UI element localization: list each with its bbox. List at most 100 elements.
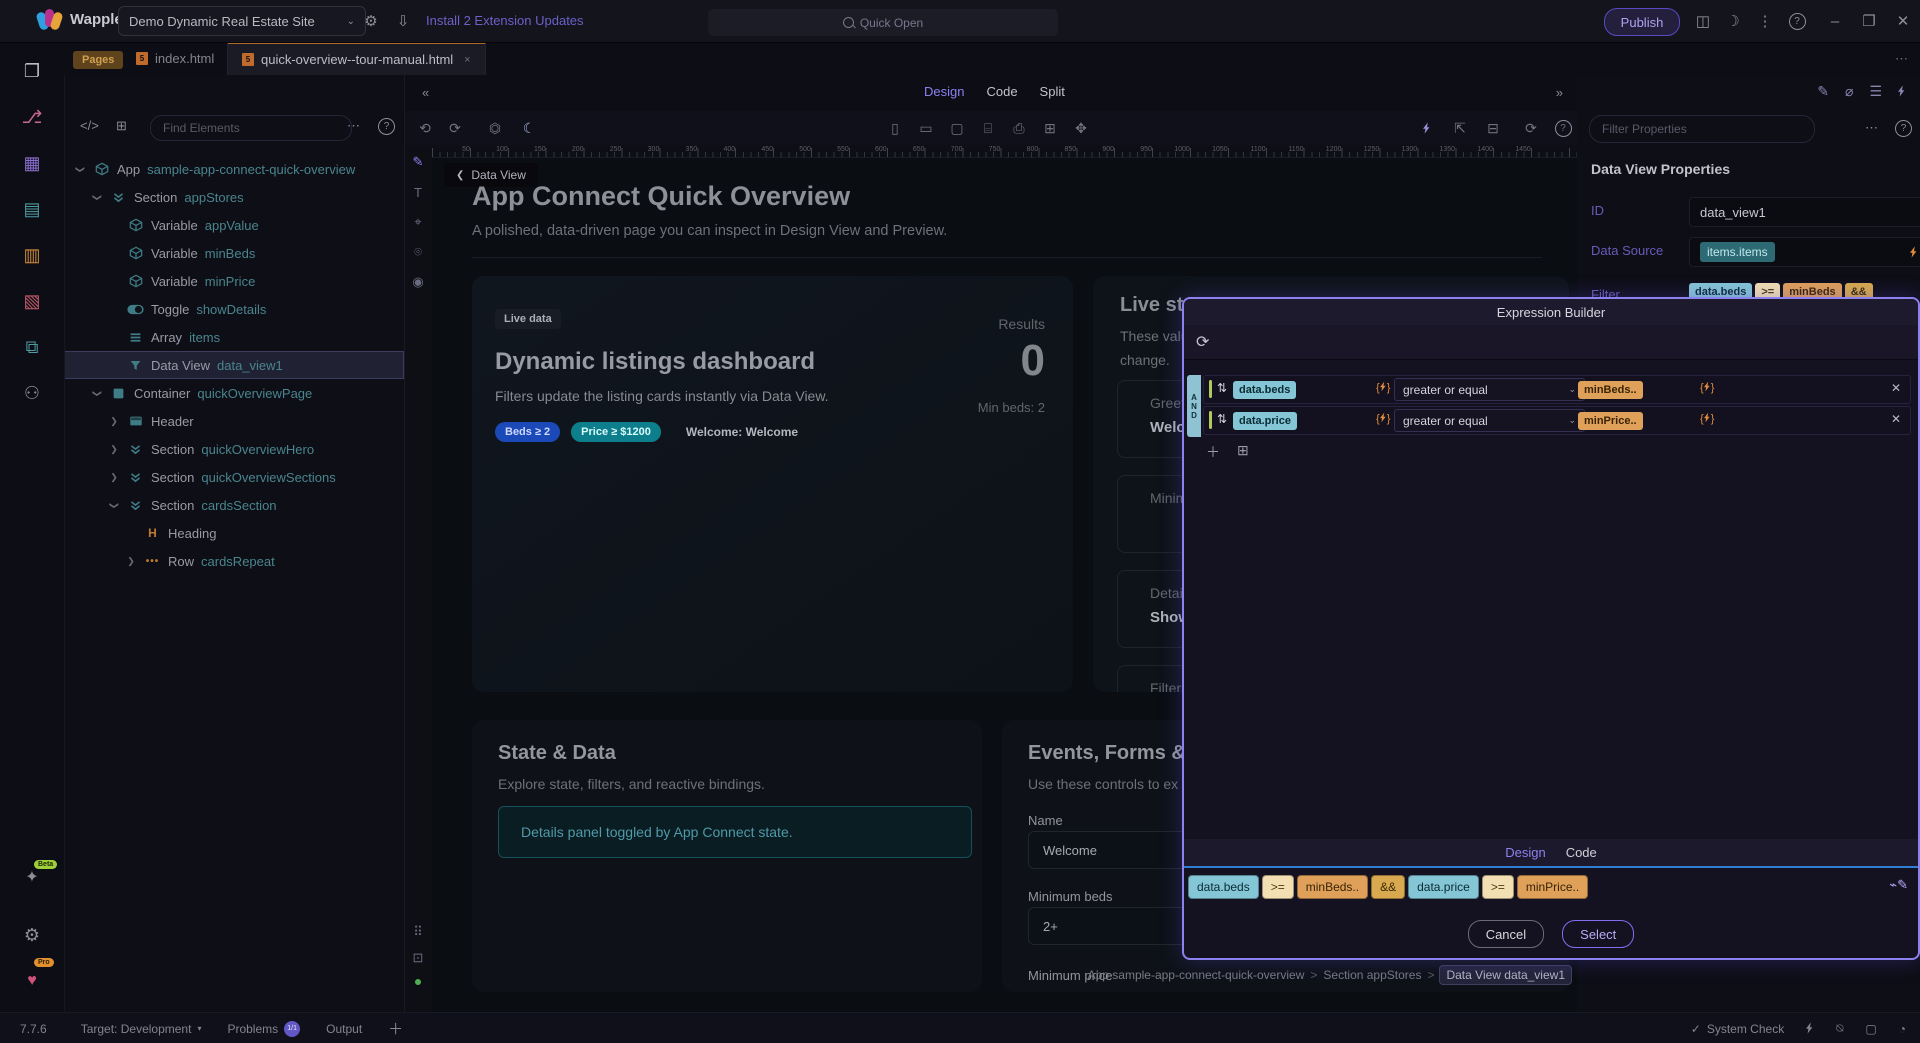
expression-token[interactable]: minPrice.. xyxy=(1517,875,1588,899)
quick-open-search[interactable]: Quick Open xyxy=(708,9,1058,36)
view-mode-tab[interactable]: Split xyxy=(1040,84,1065,99)
output-button[interactable]: Output xyxy=(326,1022,362,1036)
tree-item[interactable]: ❯ Header xyxy=(64,407,404,435)
more-options-icon[interactable]: ⋯ xyxy=(1865,120,1878,136)
refresh-icon[interactable]: ⟳ xyxy=(1196,332,1209,352)
add-condition-icon[interactable]: ＋ xyxy=(1206,442,1220,462)
tree-item[interactable]: ❯ App sample-app-connect-quick-overview xyxy=(64,155,404,183)
preferences-gear-icon[interactable]: ⚙ xyxy=(0,918,64,952)
left-operand-token[interactable]: data.price xyxy=(1233,412,1297,430)
expander-chevron-icon[interactable]: ❯ xyxy=(108,416,120,427)
remove-condition-icon[interactable]: ✕ xyxy=(1891,412,1901,426)
add-group-icon[interactable]: ⊞ xyxy=(1237,442,1249,462)
bolt-icon[interactable] xyxy=(1806,1022,1814,1036)
device-mobile-landscape-icon[interactable]: ▭ xyxy=(913,111,939,145)
operator-select[interactable]: greater or equal ⌄ xyxy=(1394,378,1585,401)
help-icon[interactable]: ? xyxy=(1895,120,1912,137)
share-export-icon[interactable]: ⇱ xyxy=(1447,111,1473,145)
tree-item[interactable]: ❯ Section appStores xyxy=(64,183,404,211)
remove-condition-icon[interactable]: ✕ xyxy=(1891,381,1901,395)
expression-token[interactable]: && xyxy=(1371,875,1405,899)
sort-icon[interactable]: ⇅ xyxy=(1217,381,1227,395)
drag-handle[interactable] xyxy=(1209,411,1212,429)
dynamic-bolt-icon[interactable]: {} xyxy=(1700,412,1714,425)
data-source-input[interactable]: items.items xyxy=(1689,237,1920,267)
tab-overflow-icon[interactable]: ⋯ xyxy=(1895,51,1908,67)
tree-item[interactable]: ❯ Section quickOverviewSections xyxy=(64,463,404,491)
tab-quick-overview[interactable]: 5 quick-overview--tour-manual.html × xyxy=(227,42,486,75)
rail-icon[interactable]: ❐ xyxy=(0,54,64,88)
tree-item[interactable]: ❯ Container quickOverviewPage xyxy=(64,379,404,407)
rail-icon[interactable]: ▤ xyxy=(0,192,64,226)
dynamic-bolt-icon[interactable]: {} xyxy=(1700,381,1714,394)
data-source-token[interactable]: items.items xyxy=(1700,242,1775,262)
builder-view-tab[interactable]: Code xyxy=(1566,845,1597,860)
dynamic-bolt-icon[interactable]: {} xyxy=(1376,381,1390,394)
dynamic-data-bolt-icon[interactable] xyxy=(1414,111,1440,145)
rail-icon[interactable]: ▥ xyxy=(0,238,64,272)
device-laptop-icon[interactable]: ⌸ xyxy=(975,111,1001,145)
tree-item[interactable]: ❯ Toggle showDetails xyxy=(64,295,404,323)
rail-icon[interactable]: ▦ xyxy=(0,146,64,180)
minimize-button[interactable]: – xyxy=(1822,0,1848,42)
pages-panel-tab[interactable]: Pages xyxy=(73,51,123,69)
code-view-icon[interactable]: </> xyxy=(80,118,99,133)
right-operand-token[interactable]: minBeds.. xyxy=(1578,381,1643,399)
preview-eye-icon[interactable]: ◉ xyxy=(404,269,432,295)
filter-properties-input[interactable]: Filter Properties xyxy=(1589,115,1815,143)
help-icon[interactable]: ? xyxy=(1550,111,1576,145)
panels-layout-icon[interactable]: ◫ xyxy=(1690,0,1716,42)
settings-gear-icon[interactable]: ⚙ xyxy=(358,0,384,42)
restore-button[interactable]: ❐ xyxy=(1856,0,1882,42)
device-tv-icon[interactable]: ⊞ xyxy=(1037,111,1063,145)
components-icon[interactable]: ⊞ xyxy=(116,118,127,134)
list-icon[interactable]: ☰ xyxy=(1869,83,1882,100)
left-operand-token[interactable]: data.beds xyxy=(1233,381,1296,399)
unlink-icon[interactable]: ⌀ xyxy=(1845,83,1853,100)
tree-item[interactable]: ❯ Data View data_view1 xyxy=(64,351,404,379)
edit-pencil-icon[interactable]: ✎ xyxy=(404,149,432,175)
collapse-right-icon[interactable]: » xyxy=(1556,85,1563,100)
expander-chevron-icon[interactable]: ❯ xyxy=(108,472,120,483)
right-operand-token[interactable]: minPrice.. xyxy=(1578,412,1643,430)
breadcrumb-part[interactable]: Section appStores xyxy=(1323,968,1421,982)
rail-icon[interactable]: ⎇ xyxy=(0,100,64,134)
device-desktop-icon[interactable]: ⎙ xyxy=(1006,111,1032,145)
close-button[interactable]: ✕ xyxy=(1890,0,1916,42)
builder-view-tab[interactable]: Design xyxy=(1505,845,1545,860)
measure-icon[interactable]: ⌖ xyxy=(404,209,432,235)
refresh-icon[interactable]: ⟳ xyxy=(1518,111,1544,145)
help-icon[interactable]: ? xyxy=(1784,0,1810,42)
select-button[interactable]: Select xyxy=(1562,920,1634,948)
publish-button[interactable]: Publish xyxy=(1604,8,1680,36)
grid-dots-icon[interactable]: ⠿ xyxy=(404,919,432,945)
system-check-button[interactable]: ✓ System Check xyxy=(1691,1022,1784,1036)
dynamic-bolt-icon[interactable] xyxy=(1898,83,1906,100)
screenshot-camera-icon[interactable]: ⏣ xyxy=(482,111,508,145)
styles-icon[interactable]: ⌾ xyxy=(404,239,432,265)
breadcrumb-part[interactable]: App sample-app-connect-quick-overview xyxy=(1088,968,1305,982)
grid-view-icon[interactable]: ⊟ xyxy=(1480,111,1506,145)
device-mobile-icon[interactable]: ▯ xyxy=(882,111,908,145)
drag-handle[interactable] xyxy=(1209,380,1212,398)
dark-mode-moon-icon[interactable]: ☾ xyxy=(516,111,542,145)
expander-chevron-icon[interactable]: ❯ xyxy=(109,499,120,511)
magic-wand-icon[interactable]: ⌁✎ xyxy=(1889,877,1908,893)
find-elements-input[interactable]: Find Elements xyxy=(150,115,352,141)
dynamic-bolt-icon[interactable]: {} xyxy=(1376,412,1390,425)
dynamic-bolt-icon[interactable] xyxy=(1910,245,1918,260)
target-selector[interactable]: Target: Development ▾ xyxy=(81,1022,202,1036)
tree-item[interactable]: ❯ Section quickOverviewHero xyxy=(64,435,404,463)
tree-item[interactable]: ❯ Variable minBeds xyxy=(64,239,404,267)
view-mode-tab[interactable]: Code xyxy=(986,84,1017,99)
close-tab-icon[interactable]: × xyxy=(464,54,470,66)
tab-index-html[interactable]: 5 index.html xyxy=(122,42,228,75)
community-heart-icon[interactable]: ♥ xyxy=(0,964,64,998)
rail-icon[interactable]: ▧ xyxy=(0,284,64,318)
undo-icon[interactable]: ⟲ xyxy=(412,111,438,145)
project-selector[interactable]: Demo Dynamic Real Estate Site ⌄ xyxy=(118,6,366,36)
breadcrumb-part[interactable]: Data View data_view1 xyxy=(1440,966,1571,984)
cloud-download-icon[interactable]: ⇩ xyxy=(390,0,416,42)
expression-token[interactable]: >= xyxy=(1262,875,1294,899)
extension-updates-link[interactable]: Install 2 Extension Updates xyxy=(426,13,584,28)
